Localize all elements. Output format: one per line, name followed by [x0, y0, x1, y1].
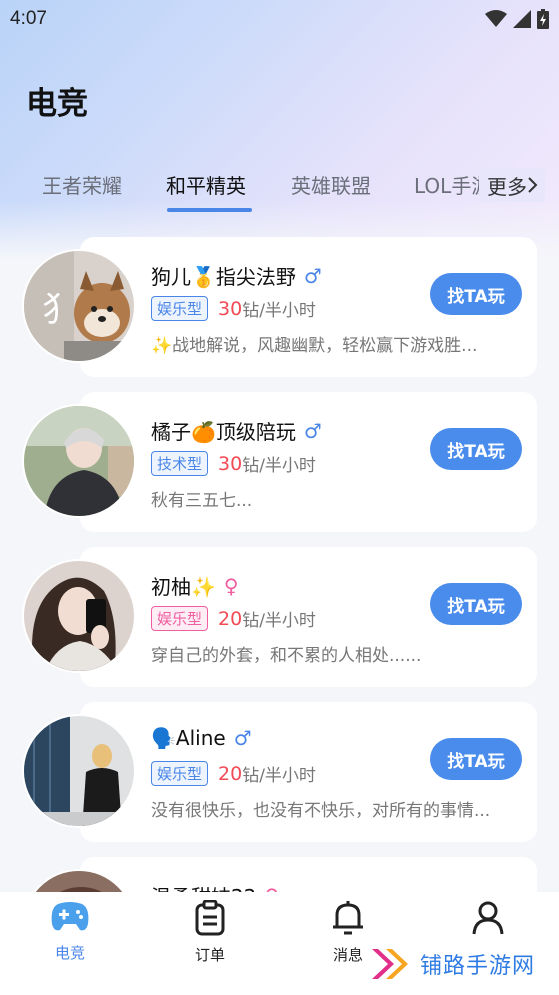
player-name-row: 初柚✨ ♀ — [151, 571, 239, 600]
player-description: ✨战地解说，风趣幽默，轻松赢下游戏胜... — [151, 336, 478, 356]
male-icon: ♂ — [233, 726, 252, 750]
more-button[interactable]: 更多 — [479, 168, 545, 202]
player-description: 没有很快乐，也没有不快乐，对所有的事情... — [151, 801, 491, 821]
player-info-row: 技术型 30 钻/半小时 — [151, 451, 316, 476]
find-ta-button[interactable]: 找TA玩 — [430, 583, 522, 625]
watermark-logo-icon — [372, 949, 408, 979]
nav-label: 订单 — [194, 946, 225, 964]
female-icon: ♀ — [223, 573, 239, 598]
status-icons — [485, 9, 549, 29]
tab-heping[interactable]: 和平精英 — [166, 170, 246, 199]
player-info-row: 娱乐型 20 钻/半小时 — [151, 761, 316, 786]
player-name-row: 🗣️Aline ♂ — [151, 726, 252, 750]
player-price: 20 — [218, 762, 243, 785]
player-name: 🗣️Aline — [151, 726, 226, 750]
nav-orders[interactable]: 订单 — [170, 899, 250, 965]
nav-esports[interactable]: 电竞 — [30, 900, 110, 963]
player-info-row: 娱乐型 20 钻/半小时 — [151, 606, 316, 631]
player-description: 穿自己的外套，和不累的人相处...... — [151, 646, 422, 666]
player-name-row: 狗儿🥇指尖法野 ♂ — [151, 261, 322, 290]
player-name-row: 橘子🍊顶级陪玩 ♂ — [151, 416, 322, 445]
player-name: 狗儿🥇指尖法野 — [151, 265, 296, 289]
cellular-icon — [513, 10, 531, 28]
player-list: 犭 狗儿🥇指尖法野 ♂ 娱乐型 30 钻/半小时 ✨战地解说，风趣幽默，轻松赢下… — [0, 237, 559, 892]
find-ta-button[interactable]: 找TA玩 — [430, 428, 522, 470]
chevron-right-icon — [528, 177, 538, 193]
price-unit: 钻/半小时 — [242, 301, 316, 321]
active-tab-indicator — [167, 208, 252, 212]
player-type-badge: 技术型 — [151, 451, 209, 476]
player-price: 20 — [218, 607, 243, 630]
gamepad-icon — [51, 902, 89, 931]
price-unit: 钻/半小时 — [242, 456, 316, 476]
avatar[interactable] — [22, 714, 136, 828]
avatar[interactable] — [22, 559, 136, 673]
header-background — [0, 0, 559, 260]
clipboard-icon — [195, 899, 225, 936]
female-icon: ♀ — [264, 884, 279, 893]
player-price: 30 — [218, 452, 243, 475]
watermark: 铺路手游网 — [370, 945, 535, 983]
find-ta-button[interactable]: 找TA玩 — [430, 738, 522, 780]
page-title: 电竞 — [26, 86, 88, 122]
tab-wangzhe[interactable]: 王者荣耀 — [42, 170, 122, 199]
player-info-row: 娱乐型 30 钻/半小时 — [151, 296, 316, 321]
avatar[interactable] — [22, 404, 136, 518]
player-name-row: 温柔甜妹22 ♀ — [151, 881, 279, 893]
player-name: 初柚✨ — [151, 575, 216, 599]
male-icon: ♂ — [303, 418, 322, 443]
price-unit: 钻/半小时 — [242, 611, 316, 631]
player-type-badge: 娱乐型 — [151, 606, 209, 631]
player-type-badge: 娱乐型 — [151, 296, 209, 321]
male-icon: ♂ — [303, 263, 322, 288]
player-name: 温柔甜妹22 — [151, 881, 256, 892]
player-description: 秋有三五七... — [151, 491, 253, 511]
svg-text:犭: 犭 — [42, 290, 76, 330]
nav-label: 电竞 — [54, 944, 85, 962]
user-icon — [472, 901, 504, 935]
status-time: 4:07 — [10, 8, 47, 29]
price-unit: 钻/半小时 — [242, 766, 316, 786]
wifi-icon — [485, 10, 507, 27]
tab-yingxiong[interactable]: 英雄联盟 — [291, 170, 371, 199]
find-ta-button[interactable]: 找TA玩 — [430, 273, 522, 315]
bell-icon — [333, 901, 363, 935]
watermark-text: 铺路手游网 — [420, 954, 536, 979]
player-type-badge: 娱乐型 — [151, 761, 209, 786]
player-name: 橘子🍊顶级陪玩 — [151, 420, 296, 444]
player-card[interactable] — [80, 857, 537, 892]
player-price: 30 — [218, 297, 243, 320]
game-tabs: 王者荣耀 和平精英 英雄联盟 LOL手游 更多 — [0, 160, 559, 220]
status-bar: 4:07 — [0, 0, 559, 38]
nav-profile[interactable] — [448, 900, 528, 944]
avatar[interactable]: 犭 — [22, 249, 136, 363]
battery-icon — [537, 9, 549, 29]
more-label: 更多 — [487, 174, 527, 199]
